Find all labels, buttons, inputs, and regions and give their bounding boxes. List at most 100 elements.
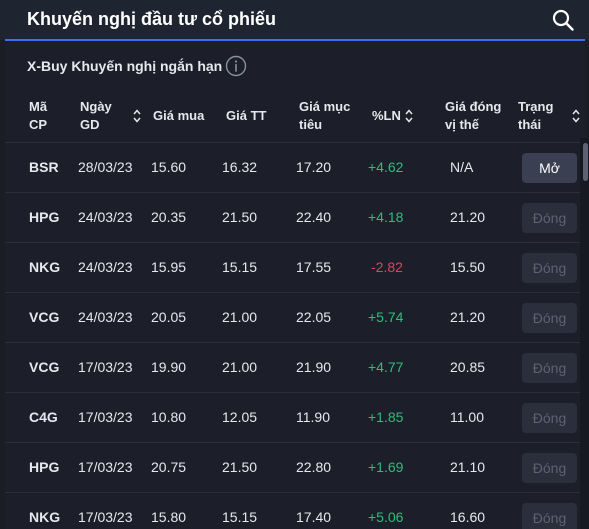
stock-code: BSR <box>29 159 59 175</box>
profit-percent: +4.18 <box>368 209 404 225</box>
column-header-code[interactable]: Mã CP <box>29 98 47 134</box>
stock-code: VCG <box>29 359 60 375</box>
info-icon[interactable] <box>225 55 247 77</box>
buy-price: 20.75 <box>151 459 187 475</box>
target-price: 11.90 <box>296 409 330 425</box>
profit-percent: +1.85 <box>368 409 404 425</box>
current-price: 21.00 <box>222 309 258 325</box>
section-title: X-Buy Khuyến nghị ngắn hạn <box>27 58 223 74</box>
column-header-target-line1: Giá mục <box>299 99 351 114</box>
target-price: 22.80 <box>296 459 332 475</box>
column-header-code-line1: Mã <box>29 99 48 114</box>
column-header-target[interactable]: Giá mục tiêu <box>299 98 350 134</box>
current-price: 12.05 <box>222 409 258 425</box>
trade-date: 28/03/23 <box>78 159 133 175</box>
target-price: 17.40 <box>296 509 332 525</box>
stock-code: HPG <box>29 459 60 475</box>
profit-percent: +4.77 <box>368 359 404 375</box>
column-header-date[interactable]: Ngày GD <box>80 98 112 134</box>
profit-percent: +5.74 <box>368 309 404 325</box>
sort-icon[interactable] <box>572 109 580 123</box>
trade-date: 24/03/23 <box>78 209 133 225</box>
target-price: 22.05 <box>296 309 332 325</box>
stock-code: NKG <box>29 259 61 275</box>
status-closed-button: Đóng <box>522 453 577 483</box>
stock-code: C4G <box>29 409 58 425</box>
close-price: N/A <box>450 159 474 175</box>
buy-price: 19.90 <box>151 359 187 375</box>
column-header-close[interactable]: Giá đóng vị thế <box>445 98 501 134</box>
close-price: 20.85 <box>450 359 486 375</box>
trade-date: 24/03/23 <box>78 309 133 325</box>
table-row[interactable]: HPG 17/03/23 20.75 21.50 22.80 +1.69 21.… <box>5 442 585 492</box>
column-header-close-line1: Giá đóng <box>445 99 502 114</box>
column-header-status[interactable]: Trạng thái <box>518 98 553 134</box>
target-price: 17.55 <box>296 259 332 275</box>
close-price: 21.10 <box>450 459 486 475</box>
scrollbar-thumb[interactable] <box>583 143 588 181</box>
current-price: 15.15 <box>222 259 258 275</box>
sort-icon[interactable] <box>133 109 141 123</box>
search-icon[interactable] <box>551 8 575 32</box>
buy-price: 15.80 <box>151 509 187 525</box>
buy-price: 15.95 <box>151 259 187 275</box>
current-price: 21.50 <box>222 459 258 475</box>
status-closed-button: Đóng <box>522 303 577 333</box>
buy-price: 20.35 <box>151 209 187 225</box>
close-price: 16.60 <box>450 509 486 525</box>
trade-date: 17/03/23 <box>78 509 133 525</box>
buy-price: 10.80 <box>151 409 187 425</box>
current-price: 21.00 <box>222 359 258 375</box>
target-price: 17.20 <box>296 159 332 175</box>
profit-percent: -2.82 <box>371 259 403 275</box>
stock-code: HPG <box>29 209 60 225</box>
current-price: 21.50 <box>222 209 258 225</box>
table-row[interactable]: VCG 17/03/23 19.90 21.00 21.90 +4.77 20.… <box>5 342 585 392</box>
column-header-date-line1: Ngày <box>80 99 112 114</box>
stock-code: VCG <box>29 309 60 325</box>
status-closed-button: Đóng <box>522 503 577 529</box>
table-row[interactable]: NKG 24/03/23 15.95 15.15 17.55 -2.82 15.… <box>5 242 585 292</box>
column-header-close-line2: vị thế <box>445 117 479 132</box>
table-row[interactable]: BSR 28/03/23 15.60 16.32 17.20 +4.62 N/A… <box>5 142 585 192</box>
column-header-date-line2: GD <box>80 117 100 132</box>
profit-percent: +1.69 <box>368 459 404 475</box>
table-row[interactable]: C4G 17/03/23 10.80 12.05 11.90 +1.85 11.… <box>5 392 585 442</box>
buy-price: 15.60 <box>151 159 187 175</box>
close-price: 11.00 <box>450 409 484 425</box>
table-row[interactable]: VCG 24/03/23 20.05 21.00 22.05 +5.74 21.… <box>5 292 585 342</box>
column-header-current[interactable]: Giá TT <box>226 107 266 125</box>
trade-date: 17/03/23 <box>78 459 133 475</box>
target-price: 21.90 <box>296 359 332 375</box>
column-header-status-line1: Trạng <box>518 99 554 114</box>
status-closed-button: Đóng <box>522 203 577 233</box>
current-price: 16.32 <box>222 159 258 175</box>
stock-code: NKG <box>29 509 61 525</box>
status-open-button[interactable]: Mở <box>522 153 577 183</box>
table-row[interactable]: HPG 24/03/23 20.35 21.50 22.40 +4.18 21.… <box>5 192 585 242</box>
profit-percent: +5.06 <box>368 509 404 525</box>
close-price: 21.20 <box>450 209 486 225</box>
close-price: 21.20 <box>450 309 486 325</box>
scrollbar-track[interactable] <box>580 138 589 529</box>
trade-date: 17/03/23 <box>78 359 133 375</box>
status-closed-button: Đóng <box>522 353 577 383</box>
column-header-code-line2: CP <box>29 117 48 132</box>
profit-percent: +4.62 <box>368 159 404 175</box>
status-closed-button: Đóng <box>522 403 577 433</box>
status-closed-button: Đóng <box>522 253 577 283</box>
trade-date: 24/03/23 <box>78 259 133 275</box>
column-header-buy[interactable]: Giá mua <box>153 107 204 125</box>
sort-icon[interactable] <box>405 109 413 123</box>
column-header-target-line2: tiêu <box>299 117 323 132</box>
page-title: Khuyến nghị đầu tư cổ phiếu <box>27 9 277 29</box>
target-price: 22.40 <box>296 209 332 225</box>
trade-date: 17/03/23 <box>78 409 133 425</box>
current-price: 15.15 <box>222 509 258 525</box>
app-header: Khuyến nghị đầu tư cổ phiếu <box>0 0 589 40</box>
table-row[interactable]: NKG 17/03/23 15.80 15.15 17.40 +5.06 16.… <box>5 492 585 529</box>
close-price: 15.50 <box>450 259 486 275</box>
column-header-status-line2: thái <box>518 117 542 132</box>
column-header-profit[interactable]: %LN <box>372 107 401 125</box>
buy-price: 20.05 <box>151 309 187 325</box>
